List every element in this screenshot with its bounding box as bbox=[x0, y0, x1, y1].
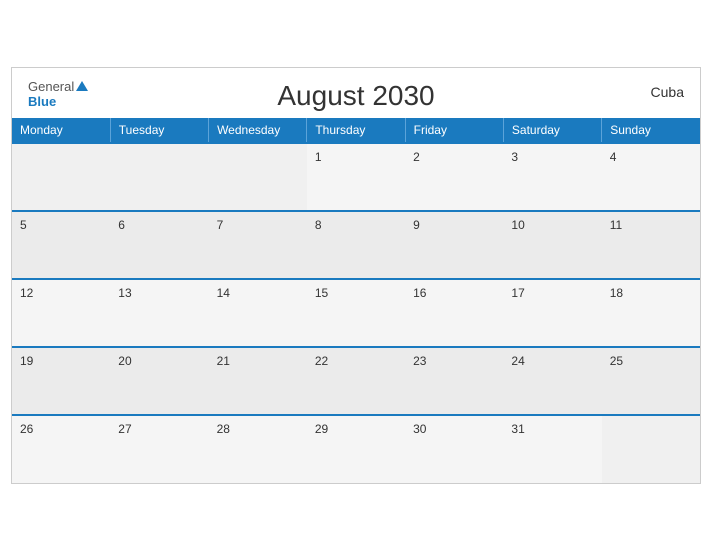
day-number: 23 bbox=[413, 354, 426, 368]
logo-blue-label: Blue bbox=[28, 95, 88, 109]
col-wednesday: Wednesday bbox=[209, 118, 307, 143]
day-number: 3 bbox=[511, 150, 518, 164]
col-friday: Friday bbox=[405, 118, 503, 143]
calendar-header: General Blue August 2030 Cuba bbox=[12, 68, 700, 118]
col-saturday: Saturday bbox=[503, 118, 601, 143]
col-monday: Monday bbox=[12, 118, 110, 143]
calendar-day-cell: 25 bbox=[602, 347, 700, 415]
day-number: 19 bbox=[20, 354, 33, 368]
calendar-day-cell: 17 bbox=[503, 279, 601, 347]
day-number: 30 bbox=[413, 422, 426, 436]
calendar-day-cell: 2 bbox=[405, 143, 503, 211]
calendar-day-cell: 22 bbox=[307, 347, 405, 415]
day-number: 31 bbox=[511, 422, 524, 436]
day-number: 6 bbox=[118, 218, 125, 232]
calendar-title: August 2030 bbox=[277, 80, 434, 112]
logo-general-text: General bbox=[28, 78, 88, 96]
calendar-day-cell: 27 bbox=[110, 415, 208, 483]
calendar-day-cell: 7 bbox=[209, 211, 307, 279]
weekday-header-row: Monday Tuesday Wednesday Thursday Friday… bbox=[12, 118, 700, 143]
day-number: 16 bbox=[413, 286, 426, 300]
day-number: 5 bbox=[20, 218, 27, 232]
calendar-day-cell: 26 bbox=[12, 415, 110, 483]
calendar-day-cell: 24 bbox=[503, 347, 601, 415]
day-number: 8 bbox=[315, 218, 322, 232]
day-number: 29 bbox=[315, 422, 328, 436]
calendar-week-row: 26 27 28 29 30 31 bbox=[12, 415, 700, 483]
calendar-day-cell: 18 bbox=[602, 279, 700, 347]
calendar-day-cell: 20 bbox=[110, 347, 208, 415]
calendar-day-cell: 30 bbox=[405, 415, 503, 483]
calendar-day-cell bbox=[209, 143, 307, 211]
calendar-week-row: 1 2 3 4 bbox=[12, 143, 700, 211]
day-number: 27 bbox=[118, 422, 131, 436]
calendar-grid: Monday Tuesday Wednesday Thursday Friday… bbox=[12, 118, 700, 483]
calendar-day-cell bbox=[602, 415, 700, 483]
day-number: 22 bbox=[315, 354, 328, 368]
day-number: 18 bbox=[610, 286, 623, 300]
calendar-day-cell: 13 bbox=[110, 279, 208, 347]
calendar-day-cell: 3 bbox=[503, 143, 601, 211]
day-number: 10 bbox=[511, 218, 524, 232]
calendar-body: 1234567891011121314151617181920212223242… bbox=[12, 143, 700, 483]
day-number: 24 bbox=[511, 354, 524, 368]
day-number: 21 bbox=[217, 354, 230, 368]
logo-triangle-icon bbox=[76, 81, 88, 91]
calendar-day-cell: 11 bbox=[602, 211, 700, 279]
day-number: 28 bbox=[217, 422, 230, 436]
calendar-day-cell: 12 bbox=[12, 279, 110, 347]
day-number: 25 bbox=[610, 354, 623, 368]
calendar-day-cell: 23 bbox=[405, 347, 503, 415]
day-number: 20 bbox=[118, 354, 131, 368]
day-number: 13 bbox=[118, 286, 131, 300]
calendar-day-cell: 16 bbox=[405, 279, 503, 347]
calendar-week-row: 5 6 7 8 9 10 11 bbox=[12, 211, 700, 279]
calendar-day-cell: 6 bbox=[110, 211, 208, 279]
calendar-week-row: 19 20 21 22 23 24 25 bbox=[12, 347, 700, 415]
day-number: 2 bbox=[413, 150, 420, 164]
calendar-day-cell: 31 bbox=[503, 415, 601, 483]
day-number: 17 bbox=[511, 286, 524, 300]
calendar-day-cell: 9 bbox=[405, 211, 503, 279]
day-number: 4 bbox=[610, 150, 617, 164]
col-thursday: Thursday bbox=[307, 118, 405, 143]
calendar-day-cell: 4 bbox=[602, 143, 700, 211]
calendar-day-cell: 10 bbox=[503, 211, 601, 279]
calendar-day-cell: 19 bbox=[12, 347, 110, 415]
calendar-day-cell: 8 bbox=[307, 211, 405, 279]
day-number: 11 bbox=[610, 218, 622, 232]
calendar-day-cell bbox=[110, 143, 208, 211]
logo-general-label: General bbox=[28, 79, 74, 94]
day-number: 7 bbox=[217, 218, 224, 232]
calendar-day-cell: 21 bbox=[209, 347, 307, 415]
col-sunday: Sunday bbox=[602, 118, 700, 143]
day-number: 15 bbox=[315, 286, 328, 300]
col-tuesday: Tuesday bbox=[110, 118, 208, 143]
day-number: 12 bbox=[20, 286, 33, 300]
calendar-day-cell: 14 bbox=[209, 279, 307, 347]
day-number: 1 bbox=[315, 150, 322, 164]
day-number: 9 bbox=[413, 218, 420, 232]
calendar-day-cell: 28 bbox=[209, 415, 307, 483]
calendar-day-cell: 5 bbox=[12, 211, 110, 279]
calendar-day-cell: 1 bbox=[307, 143, 405, 211]
calendar-week-row: 12 13 14 15 16 17 18 bbox=[12, 279, 700, 347]
day-number: 14 bbox=[217, 286, 230, 300]
day-number: 26 bbox=[20, 422, 33, 436]
calendar-day-cell bbox=[12, 143, 110, 211]
calendar-day-cell: 29 bbox=[307, 415, 405, 483]
calendar-day-cell: 15 bbox=[307, 279, 405, 347]
calendar-container: General Blue August 2030 Cuba Monday Tue… bbox=[11, 67, 701, 484]
country-label: Cuba bbox=[651, 84, 684, 100]
logo: General Blue bbox=[28, 78, 88, 110]
